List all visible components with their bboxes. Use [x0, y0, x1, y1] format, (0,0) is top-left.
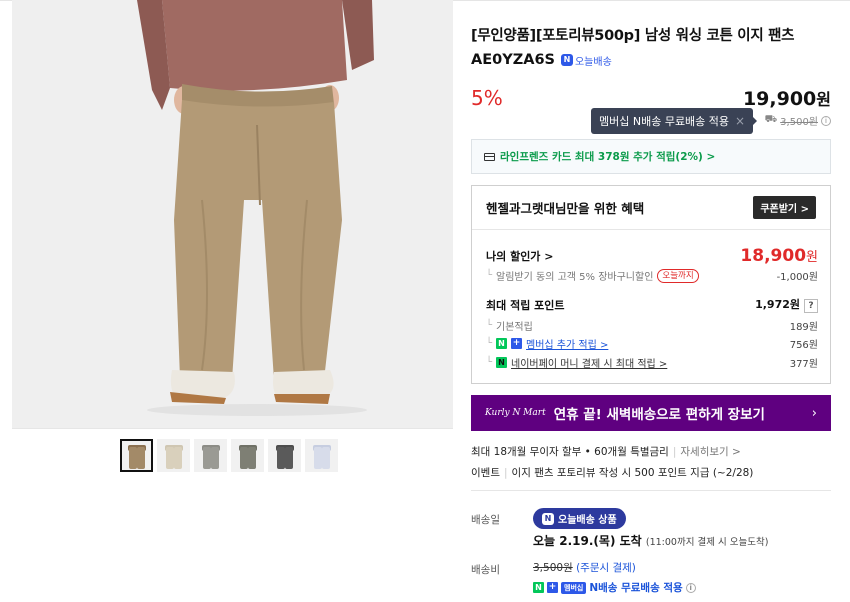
plus-icon: +	[547, 582, 558, 593]
tooltip-tail	[751, 115, 757, 127]
alarm-discount-row: └ 알림받기 동의 고객 5% 장바구니할인 오늘까지 -1,000원	[486, 268, 818, 283]
credit-card-icon	[484, 152, 495, 161]
kurly-logo: Kurly N Mart	[485, 408, 546, 418]
card-offer-box[interactable]: 라인프렌즈 카드 최대 378원 추가 적립(2%) >	[471, 139, 831, 174]
event-row: 이벤트 | 이지 팬츠 포토리뷰 작성 시 500 포인트 지급 (~2/28)	[471, 467, 754, 479]
member-benefit-box: 헨젤과그랫대님만을 위한 혜택 쿠폰받기 > 나의 할인가 > 18,900원 …	[471, 185, 831, 384]
thumbnail-strip	[12, 428, 453, 602]
info-icon[interactable]: i	[821, 115, 831, 126]
installment-row: 최대 18개월 무이자 할부 • 60개월 특별금리 | 자세히보기 >	[471, 446, 741, 458]
product-code: AE0YZA6S	[471, 52, 555, 68]
plus-icon: +	[511, 338, 523, 349]
max-points-row: 최대 적립 포인트 1,972원?	[486, 296, 818, 313]
thumbnail-6[interactable]	[305, 439, 338, 472]
thumbnail-2[interactable]	[157, 439, 190, 472]
today-only-pill: 오늘까지	[657, 268, 699, 283]
thumbnail-1[interactable]	[120, 439, 153, 472]
thumbnail-3[interactable]	[194, 439, 227, 472]
coupon-button[interactable]: 쿠폰받기 >	[753, 196, 816, 219]
free-shipping-row: N + 멤버십 N배송 무료배송 적용 i	[533, 580, 696, 595]
benefit-title: 헨젤과그랫대님만을 위한 혜택	[486, 201, 645, 216]
section-divider	[471, 490, 831, 491]
naver-n-icon: N	[533, 582, 544, 593]
thumbnail-5[interactable]	[268, 439, 301, 472]
my-price-row[interactable]: 나의 할인가 > 18,900원	[486, 246, 818, 266]
shipping-fee-label: 배송비	[471, 564, 500, 576]
membership-points-row[interactable]: └ N + 멤버십 추가 적립 > 756원	[486, 336, 818, 351]
product-main-image[interactable]	[12, 0, 453, 428]
shipping-fee: 3,500원 (주문시 결제)	[533, 562, 636, 574]
benefit-header: 헨젤과그랫대님만을 위한 혜택 쿠폰받기 >	[472, 186, 830, 230]
delivery-date-label: 배송일	[471, 514, 500, 526]
info-icon[interactable]: i	[685, 582, 696, 593]
my-price: 18,900원	[740, 246, 818, 266]
thumbnail-4[interactable]	[231, 439, 264, 472]
kurly-banner[interactable]: Kurly N Mart 연휴 끝! 새벽배송으로 편하게 장보기 ›	[471, 395, 831, 431]
product-code-row: AE0YZA6S N 오늘배송	[471, 52, 612, 68]
chevron-right-icon: ›	[811, 405, 817, 421]
details-link[interactable]: 자세히보기 >	[680, 446, 740, 458]
arrival-date: 오늘 2.19.(목) 도착 (11:00까지 결제 시 오늘도착)	[533, 534, 769, 548]
max-points-value: 1,972원?	[755, 296, 818, 313]
membership-tooltip: 멤버십 N배송 무료배송 적용 ×	[591, 108, 754, 134]
truck-icon: ⛟	[764, 114, 778, 125]
naver-n-icon: N	[496, 338, 508, 349]
shipping-fee-note: ⛟ 3,500원 i	[765, 113, 831, 128]
npay-points-row[interactable]: └ N 네이버페이 머니 결제 시 최대 적립 > 377원	[486, 355, 818, 370]
question-icon[interactable]: ?	[804, 299, 818, 313]
sale-price: 19,900원	[742, 88, 831, 110]
basic-points-row: └ 기본적립 189원	[486, 320, 818, 333]
discount-rate: 5%	[471, 86, 503, 110]
product-title: [무인양품][포토리뷰500p] 남성 워싱 코튼 이지 팬츠	[471, 28, 795, 44]
n-delivery-icon: N	[542, 512, 554, 525]
today-delivery-pill: N 오늘배송 상품	[533, 508, 626, 529]
close-icon[interactable]: ×	[735, 114, 745, 128]
n-delivery-icon: N	[560, 54, 573, 66]
today-delivery-badge: N 오늘배송	[560, 53, 612, 68]
npay-icon: N	[496, 357, 508, 368]
